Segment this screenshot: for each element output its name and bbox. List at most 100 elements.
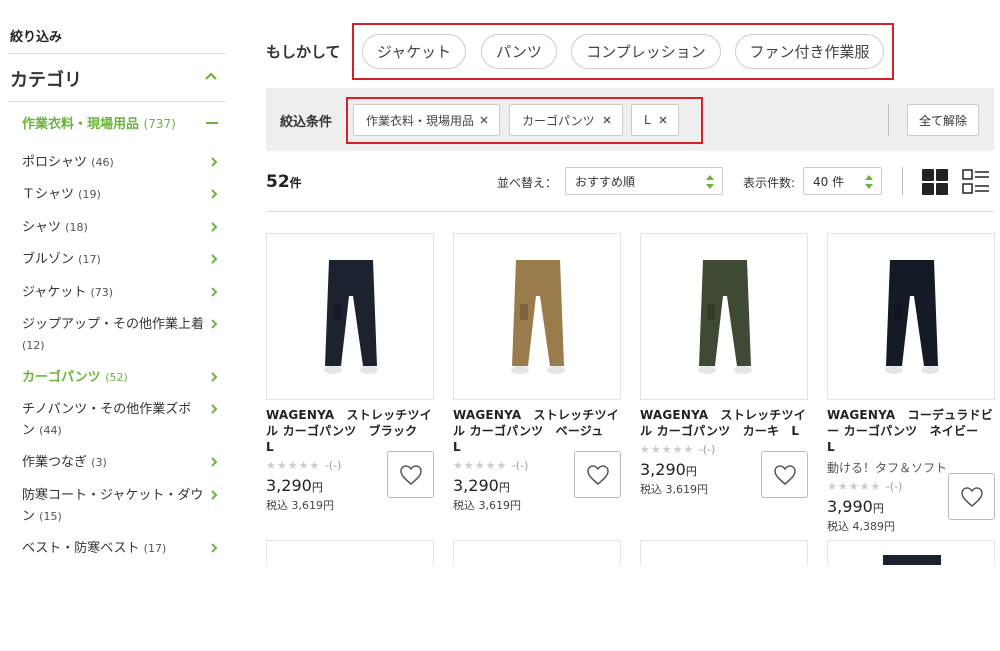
sidebar-item-count: (52) bbox=[105, 371, 128, 384]
category-toggle[interactable]: カテゴリ bbox=[10, 66, 220, 92]
filter-chip-category[interactable]: 作業衣料・現場用品 bbox=[353, 104, 500, 136]
suggest-chip-fan-workwear[interactable]: ファン付き作業服 bbox=[735, 34, 884, 69]
sidebar-item-count: (18) bbox=[65, 221, 88, 234]
filter-chip-label: 作業衣料・現場用品 bbox=[366, 113, 475, 128]
sort-value: おすすめ順 bbox=[575, 174, 636, 189]
price-unit: 円 bbox=[498, 481, 510, 494]
chevron-right-icon bbox=[211, 543, 218, 553]
heart-icon bbox=[960, 486, 983, 507]
suggest-chip-compression[interactable]: コンプレッション bbox=[571, 34, 721, 69]
chevron-right-icon bbox=[211, 457, 218, 467]
suggest-chip-jacket[interactable]: ジャケット bbox=[362, 34, 466, 69]
grid-view-icon[interactable] bbox=[922, 169, 948, 195]
product-card[interactable]: WAGENYA ストレッチツイル カーゴパンツ カーキ L ★★★★★ -(-)… bbox=[640, 233, 808, 498]
perpage-label: 表示件数: bbox=[743, 176, 796, 190]
sidebar-item-shirt[interactable]: シャツ (18) bbox=[22, 217, 220, 238]
sidebar-item-vest[interactable]: ベスト・防寒ベスト (17) bbox=[22, 538, 220, 559]
chevron-up-icon bbox=[205, 72, 217, 80]
sidebar-item-parent-category[interactable]: 作業衣料・現場用品 (737) bbox=[22, 113, 220, 132]
sidebar-item-count: (46) bbox=[91, 156, 114, 169]
chevron-right-icon bbox=[211, 254, 218, 264]
product-image[interactable] bbox=[453, 233, 621, 400]
favorite-button[interactable] bbox=[948, 473, 995, 520]
price-unit: 円 bbox=[311, 481, 323, 494]
sidebar-item-label: ポロシャツ bbox=[22, 155, 88, 170]
product-image[interactable] bbox=[640, 233, 808, 400]
suggest-chip-pants[interactable]: パンツ bbox=[481, 34, 557, 69]
pants-image bbox=[885, 260, 939, 374]
heart-icon bbox=[399, 464, 422, 485]
favorite-button[interactable] bbox=[387, 451, 434, 498]
product-name[interactable]: WAGENYA ストレッチツイル カーゴパンツ ブラック L bbox=[266, 407, 434, 455]
product-image[interactable] bbox=[827, 233, 995, 400]
product-name[interactable]: WAGENYA コーデュラドビー カーゴパンツ ネイビー L bbox=[827, 407, 995, 455]
sidebar-item-label: ジップアップ・その他作業上着 bbox=[22, 317, 205, 332]
sidebar-item-cargo-pants[interactable]: カーゴパンツ (52) bbox=[22, 367, 220, 388]
product-image[interactable] bbox=[266, 233, 434, 400]
filter-chip-cargo[interactable]: カーゴパンツ bbox=[509, 104, 623, 136]
product-card[interactable]: WAGENYA コーデュラドビー カーゴパンツ ネイビー L 動ける！タフ＆ソフ… bbox=[827, 233, 995, 534]
select-arrows-icon bbox=[865, 175, 873, 189]
favorite-button[interactable] bbox=[574, 451, 621, 498]
sidebar-item-count: (17) bbox=[143, 542, 167, 555]
sidebar-item-blouson[interactable]: ブルゾン (17) bbox=[22, 249, 220, 270]
sidebar-item-count: (44) bbox=[39, 424, 62, 437]
sidebar-item-label: ベスト・防寒ベスト bbox=[22, 541, 140, 556]
divider bbox=[888, 104, 889, 136]
chevron-right-icon bbox=[211, 490, 218, 500]
product-name[interactable]: WAGENYA ストレッチツイル カーゴパンツ ベージュ L bbox=[453, 407, 621, 455]
divider bbox=[8, 101, 226, 102]
chevron-right-icon bbox=[211, 157, 218, 167]
sidebar-item-label: シャツ bbox=[22, 220, 62, 235]
sidebar-item-label: ブルゾン bbox=[22, 252, 75, 267]
chevron-right-icon bbox=[211, 222, 218, 232]
sidebar-item-count: (73) bbox=[90, 286, 114, 299]
close-icon[interactable] bbox=[601, 114, 613, 126]
sidebar-item-coverall[interactable]: 作業つなぎ (3) bbox=[22, 452, 220, 473]
product-card[interactable]: WAGENYA ストレッチツイル カーゴパンツ ブラック L ★★★★★ -(-… bbox=[266, 233, 434, 513]
blank-area bbox=[0, 565, 1000, 651]
sidebar-item-count: (17) bbox=[78, 253, 101, 266]
close-icon[interactable] bbox=[657, 114, 669, 126]
product-card[interactable]: WAGENYA ストレッチツイル カーゴパンツ ベージュ L ★★★★★ -(-… bbox=[453, 233, 621, 513]
chevron-right-icon bbox=[211, 372, 218, 382]
sidebar-item-count: (3) bbox=[91, 456, 107, 469]
sidebar-item-chino[interactable]: チノパンツ・その他作業ズボン (44) bbox=[22, 399, 220, 441]
divider bbox=[8, 53, 226, 54]
price-tax-included: 税込 3,619円 bbox=[453, 499, 521, 512]
close-icon[interactable] bbox=[478, 114, 490, 126]
price-value: 3,290 bbox=[640, 460, 686, 479]
price-value: 3,990 bbox=[827, 497, 873, 516]
rating-count: -(-) bbox=[885, 480, 903, 493]
list-view-icon[interactable] bbox=[962, 169, 990, 195]
sidebar-item-jacket[interactable]: ジャケット (73) bbox=[22, 282, 220, 303]
product-name[interactable]: WAGENYA ストレッチツイル カーゴパンツ カーキ L bbox=[640, 407, 808, 439]
clear-all-button[interactable]: 全て解除 bbox=[907, 104, 979, 136]
sort-select[interactable]: おすすめ順 bbox=[565, 167, 723, 195]
result-count-unit: 件 bbox=[289, 176, 302, 190]
favorite-button[interactable] bbox=[761, 451, 808, 498]
sidebar-item-tshirt[interactable]: Ｔシャツ (19) bbox=[22, 184, 220, 205]
minus-icon bbox=[206, 122, 218, 124]
perpage-value: 40 件 bbox=[813, 174, 845, 189]
chevron-right-icon bbox=[211, 319, 218, 329]
perpage-select[interactable]: 40 件 bbox=[803, 167, 882, 195]
rating-count: -(-) bbox=[324, 459, 342, 472]
sidebar-item-count: (12) bbox=[22, 339, 45, 352]
sidebar-item-winter-coat[interactable]: 防寒コート・ジャケット・ダウン (15) bbox=[22, 485, 220, 527]
sidebar-item-zipup[interactable]: ジップアップ・その他作業上着 (12) bbox=[22, 314, 220, 356]
sidebar-item-label: カーゴパンツ bbox=[22, 370, 101, 385]
sidebar-item-label: 作業衣料・現場用品 bbox=[22, 117, 140, 132]
result-count: 52件 bbox=[266, 172, 302, 192]
pants-image bbox=[324, 260, 378, 374]
select-arrows-icon bbox=[706, 175, 714, 189]
price-value: 3,290 bbox=[266, 476, 312, 495]
chevron-right-icon bbox=[211, 404, 218, 414]
sidebar-item-polo[interactable]: ポロシャツ (46) bbox=[22, 152, 220, 173]
suggest-label: もしかして bbox=[266, 43, 341, 61]
filter-chip-size[interactable]: L bbox=[631, 104, 679, 136]
heart-icon bbox=[773, 464, 796, 485]
sidebar-item-label: Ｔシャツ bbox=[22, 187, 75, 202]
sidebar-item-count: (737) bbox=[143, 117, 176, 131]
result-count-number: 52 bbox=[266, 172, 290, 192]
